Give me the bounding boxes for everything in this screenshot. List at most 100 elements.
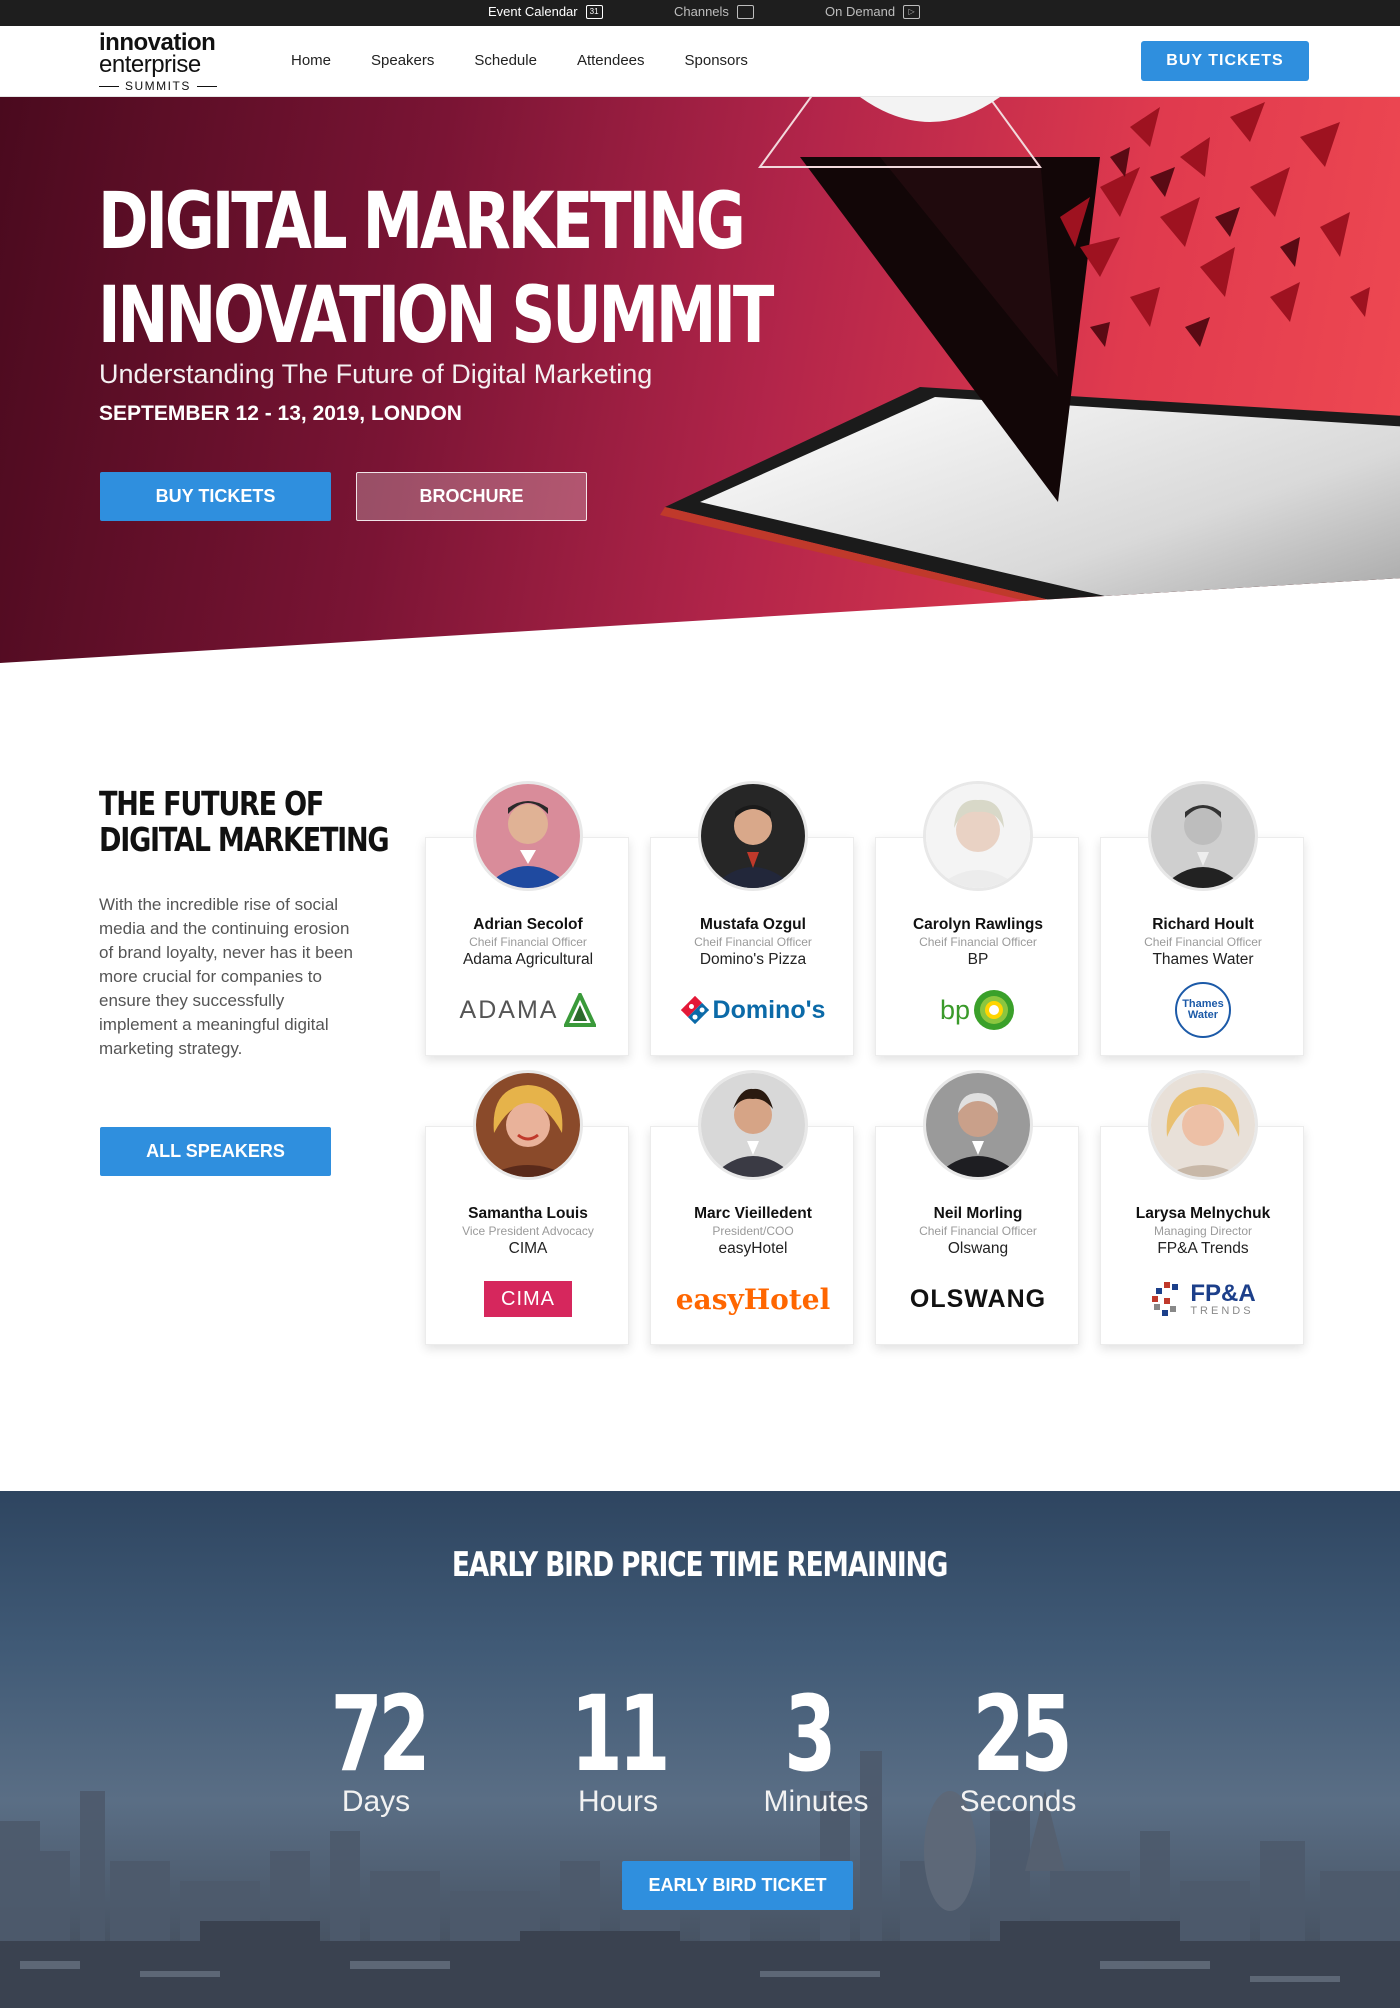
- hero-title-line2: INNOVATION SUMMIT: [98, 271, 774, 361]
- bp-sunflower-icon: [974, 990, 1015, 1030]
- speaker-card[interactable]: Adrian Secolof Cheif Financial Officer A…: [425, 781, 630, 1056]
- company-logo-easyhotel: easyHotel: [651, 1275, 855, 1323]
- nav-item-schedule[interactable]: Schedule: [474, 52, 537, 69]
- countdown-days-label: Days: [341, 1785, 411, 1818]
- company-logo-fpa-trends: FP&A TRENDS: [1101, 1275, 1305, 1323]
- speaker-card[interactable]: Neil Morling Cheif Financial Officer Ols…: [875, 1070, 1080, 1345]
- monitor-icon: [736, 4, 754, 19]
- channels-label: Channels: [674, 4, 729, 19]
- event-calendar-label: Event Calendar: [488, 4, 578, 19]
- hero-title: DIGITAL MARKETING INNOVATION SUMMIT: [98, 175, 774, 363]
- olswang-logo-text: OLSWANG: [909, 1284, 1047, 1313]
- speaker-card[interactable]: Richard Hoult Cheif Financial Officer Th…: [1100, 781, 1305, 1056]
- speaker-role: Cheif Financial Officer: [1144, 935, 1262, 949]
- speaker-company: Adama Agricultural: [462, 951, 594, 968]
- calendar-icon: 31: [585, 4, 603, 19]
- avatar: [1148, 781, 1258, 891]
- company-logo-thames-water: Thames Water: [1101, 982, 1305, 1038]
- company-logo-adama: ADAMA: [426, 986, 630, 1034]
- company-logo-dominos: Domino's: [651, 986, 855, 1034]
- logo-line2: enterprise: [99, 51, 201, 78]
- dominos-tile-icon: [680, 996, 709, 1024]
- nav-item-attendees[interactable]: Attendees: [577, 52, 645, 69]
- speaker-role: Cheif Financial Officer: [469, 935, 587, 949]
- hero-title-line1: DIGITAL MARKETING: [98, 177, 746, 267]
- speaker-card[interactable]: Marc Vieilledent President/COO easyHotel…: [650, 1070, 855, 1345]
- countdown-title: EARLY BIRD PRICE TIME REMAINING: [0, 1545, 1400, 1585]
- fpa-logo-text: FP&A: [1190, 1279, 1256, 1307]
- speaker-role: Vice President Advocacy: [462, 1224, 594, 1238]
- hero-date: SEPTEMBER 12 - 13, 2019, LONDON: [99, 402, 462, 425]
- logo-summits: SUMMITS: [125, 79, 191, 93]
- speakers-section-title: THE FUTURE OF DIGITAL MARKETING: [99, 784, 390, 859]
- speaker-company: CIMA: [508, 1240, 548, 1257]
- nav-item-sponsors[interactable]: Sponsors: [685, 52, 748, 69]
- avatar: [923, 781, 1033, 891]
- speaker-name: Samantha Louis: [468, 1205, 588, 1222]
- bp-logo-text: bp: [939, 994, 971, 1025]
- adama-mark-icon: [564, 993, 597, 1027]
- nav-item-home[interactable]: Home: [291, 52, 331, 69]
- speaker-role: Cheif Financial Officer: [694, 935, 812, 949]
- hero-brochure-button[interactable]: BROCHURE: [356, 472, 587, 521]
- speaker-company: Thames Water: [1152, 951, 1254, 968]
- main-nav: innovation enterprise SUMMITS Home Speak…: [0, 26, 1400, 97]
- nav-buy-tickets-button[interactable]: BUY TICKETS: [1141, 41, 1309, 81]
- speaker-name: Neil Morling: [933, 1205, 1023, 1222]
- hero-banner: DIGITAL MARKETING INNOVATION SUMMIT Unde…: [0, 97, 1400, 663]
- countdown-hours-value: 11: [518, 1673, 718, 1795]
- cima-logo-text: CIMA: [501, 1287, 555, 1310]
- nav-item-speakers[interactable]: Speakers: [371, 52, 434, 69]
- easyhotel-logo-text: easyHotel: [675, 1282, 831, 1316]
- company-logo-bp: bp: [876, 986, 1080, 1034]
- dominos-logo-text: Domino's: [712, 995, 826, 1024]
- hero-subtitle: Understanding The Future of Digital Mark…: [99, 359, 653, 389]
- speaker-name: Larysa Melnychuk: [1135, 1205, 1271, 1222]
- speaker-card[interactable]: Larysa Melnychuk Managing Director FP&A …: [1100, 1070, 1305, 1345]
- speakers-title-line2: DIGITAL MARKETING: [99, 820, 390, 859]
- channels-link[interactable]: Channels: [674, 4, 754, 19]
- hours-number: 11: [570, 1673, 670, 1795]
- speaker-role: Managing Director: [1153, 1224, 1253, 1238]
- early-bird-countdown: EARLY BIRD PRICE TIME REMAINING 72 Days …: [0, 1491, 1400, 2008]
- avatar: [698, 1070, 808, 1180]
- countdown-days-value: 72: [278, 1673, 478, 1795]
- speaker-card[interactable]: Carolyn Rawlings Cheif Financial Officer…: [875, 781, 1080, 1056]
- speaker-company: Domino's Pizza: [699, 951, 807, 968]
- speaker-company: easyHotel: [718, 1240, 788, 1257]
- speaker-company: BP: [967, 951, 989, 968]
- avatar: [1148, 1070, 1258, 1180]
- speaker-company: Olswang: [947, 1240, 1009, 1257]
- cima-badge-icon: CIMA: [484, 1281, 572, 1317]
- fpa-logo-subtext: TRENDS: [1190, 1304, 1254, 1317]
- speaker-role: President/COO: [712, 1224, 794, 1238]
- avatar: [473, 781, 583, 891]
- speakers-section-description: With the incredible rise of social media…: [99, 895, 353, 1058]
- countdown-seconds-label: Seconds: [959, 1785, 1077, 1818]
- minutes-number: 3: [784, 1673, 836, 1795]
- nav-links: Home Speakers Schedule Attendees Sponsor…: [291, 52, 788, 69]
- speaker-card[interactable]: Samantha Louis Vice President Advocacy C…: [425, 1070, 629, 1345]
- on-demand-label: On Demand: [825, 4, 896, 19]
- hero-buy-tickets-button[interactable]: BUY TICKETS: [100, 472, 331, 521]
- early-bird-ticket-button[interactable]: EARLY BIRD TICKET: [622, 1861, 853, 1910]
- thames-water-logo-text: Thames Water: [1182, 998, 1224, 1021]
- speaker-name: Adrian Secolof: [473, 916, 583, 933]
- speaker-name: Mustafa Ozgul: [700, 916, 806, 933]
- company-logo-olswang: OLSWANG: [876, 1275, 1080, 1323]
- speaker-company: FP&A Trends: [1157, 1240, 1249, 1257]
- site-logo[interactable]: innovation enterprise SUMMITS: [99, 31, 219, 93]
- speaker-role: Cheif Financial Officer: [919, 935, 1037, 949]
- all-speakers-button[interactable]: ALL SPEAKERS: [100, 1127, 331, 1176]
- fpa-logo-text-group: FP&A TRENDS: [1190, 1279, 1256, 1317]
- fpa-mosaic-icon: [1152, 1282, 1179, 1316]
- adama-logo-text: ADAMA: [459, 995, 559, 1024]
- countdown-title-text: EARLY BIRD PRICE TIME REMAINING: [452, 1545, 948, 1585]
- play-icon: ▷: [903, 4, 921, 19]
- speakers-title-line1: THE FUTURE OF: [99, 784, 324, 823]
- on-demand-link[interactable]: On Demand ▷: [825, 4, 921, 19]
- speaker-card[interactable]: Mustafa Ozgul Cheif Financial Officer Do…: [650, 781, 855, 1056]
- thames-water-badge-icon: Thames Water: [1175, 982, 1231, 1038]
- avatar: [923, 1070, 1033, 1180]
- event-calendar-link[interactable]: Event Calendar 31: [488, 4, 603, 19]
